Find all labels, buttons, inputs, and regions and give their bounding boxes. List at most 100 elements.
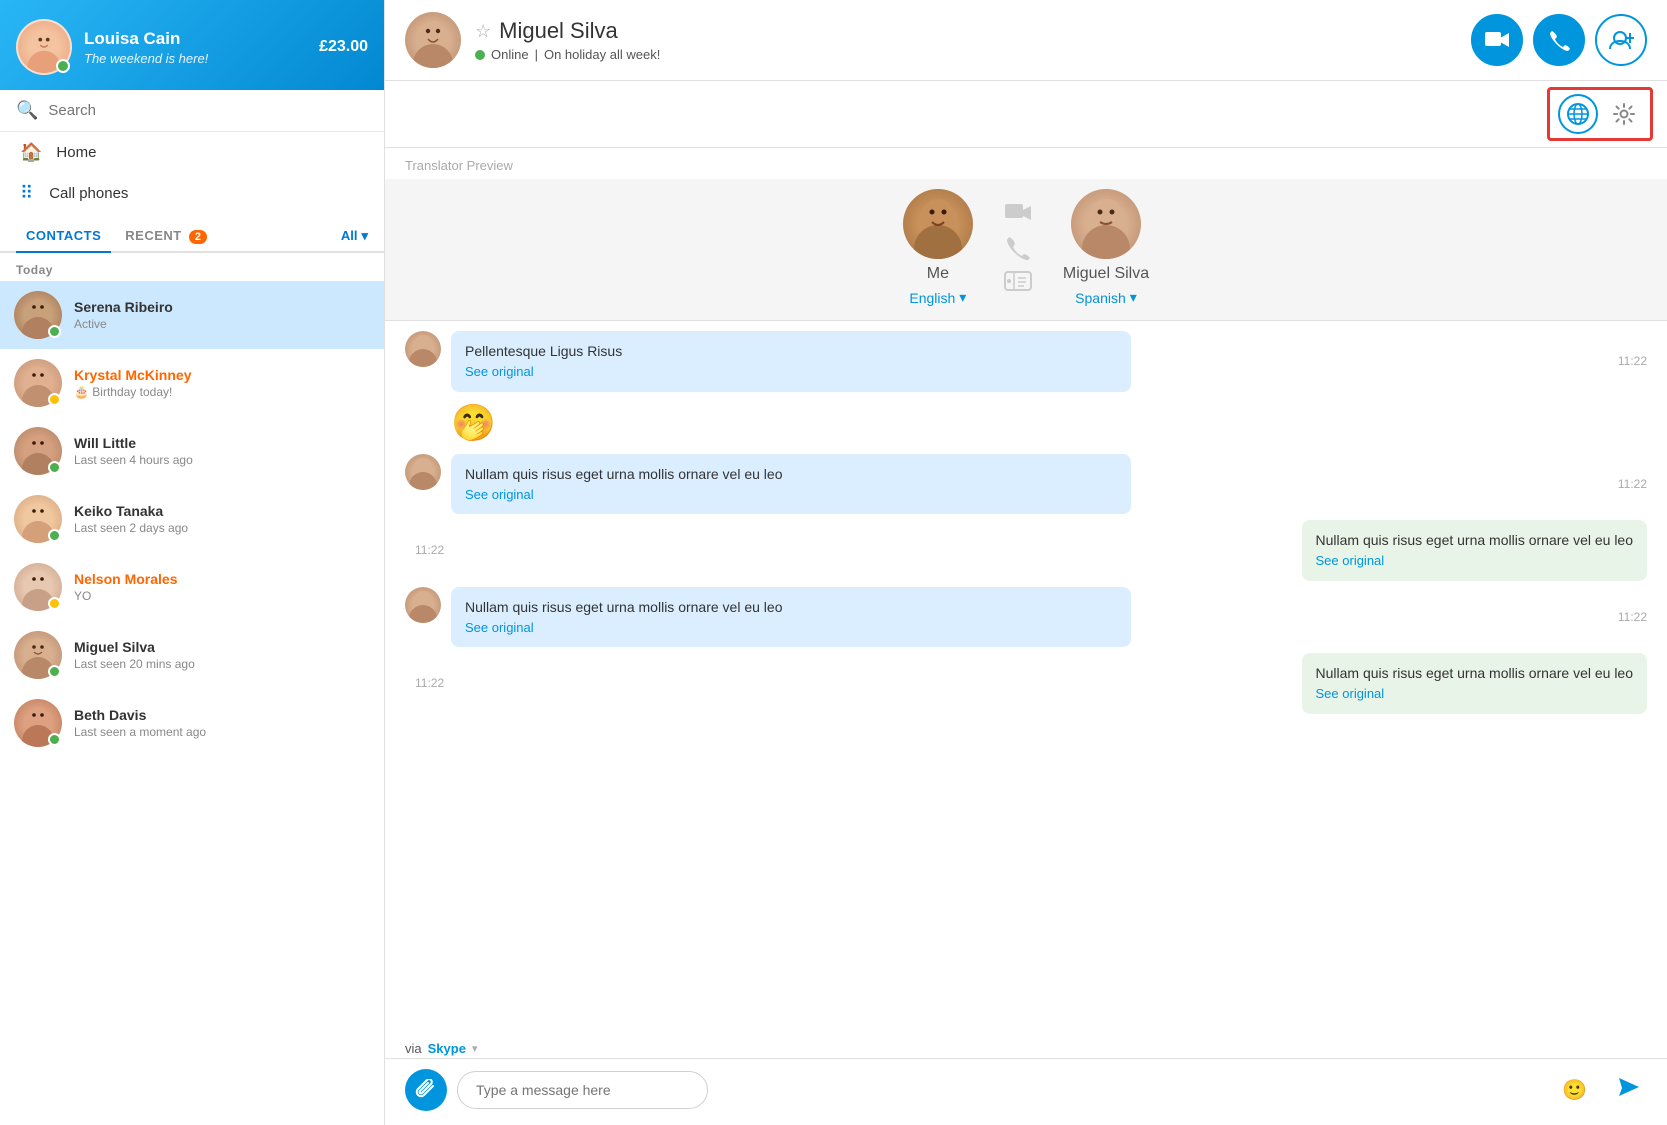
contact-avatar-miguel bbox=[14, 631, 62, 679]
see-original-6[interactable]: See original bbox=[1316, 684, 1633, 704]
contact-name-krystal: Krystal McKinney bbox=[74, 367, 370, 383]
contact-item-keiko[interactable]: Keiko Tanaka Last seen 2 days ago bbox=[0, 485, 384, 553]
contact-item-serena[interactable]: Serena Ribeiro Active bbox=[0, 281, 384, 349]
msg-time-3: 11:22 bbox=[1608, 477, 1647, 491]
nav-home[interactable]: 🏠 Home bbox=[0, 132, 384, 173]
contact-name-keiko: Keiko Tanaka bbox=[74, 503, 370, 519]
translator-avatars-row: Me English ▾ M bbox=[385, 179, 1667, 321]
contact-info-will: Will Little Last seen 4 hours ago bbox=[74, 435, 370, 467]
skype-brand[interactable]: Skype bbox=[428, 1041, 466, 1056]
contact-status-miguel bbox=[48, 665, 61, 678]
contact-sub-beth: Last seen a moment ago bbox=[74, 725, 370, 739]
see-original-1[interactable]: See original bbox=[465, 362, 1117, 382]
message-row-4: Nullam quis risus eget urna mollis ornar… bbox=[405, 520, 1647, 581]
call-icons-divider bbox=[973, 202, 1063, 294]
via-chevron-icon[interactable]: ▾ bbox=[472, 1042, 478, 1055]
contact-status-will bbox=[48, 461, 61, 474]
section-today-label: Today bbox=[0, 253, 384, 281]
msg-bubble-1: Pellentesque Ligus Risus See original bbox=[451, 331, 1131, 392]
credit-amount: £23.00 bbox=[319, 38, 368, 56]
message-row-5: Nullam quis risus eget urna mollis ornar… bbox=[405, 587, 1647, 648]
see-original-5[interactable]: See original bbox=[465, 618, 1117, 638]
profile-info: Louisa Cain The weekend is here! bbox=[84, 29, 208, 66]
user-status-dot bbox=[56, 59, 70, 73]
msg-bubble-6: Nullam quis risus eget urna mollis ornar… bbox=[1302, 653, 1647, 714]
msg-avatar-3 bbox=[405, 454, 441, 490]
contact-sub-miguel: Last seen 20 mins ago bbox=[74, 657, 370, 671]
nav-home-label: Home bbox=[56, 144, 96, 161]
contact-status-krystal bbox=[48, 393, 61, 406]
contact-status-keiko bbox=[48, 529, 61, 542]
video-call-button[interactable] bbox=[1471, 14, 1523, 66]
msg-avatar-1 bbox=[405, 331, 441, 367]
msg-text-1: Pellentesque Ligus Risus bbox=[465, 341, 1117, 362]
translator-icon-button[interactable] bbox=[1558, 94, 1598, 134]
contact-sub-krystal: 🎂 Birthday today! bbox=[74, 385, 370, 399]
message-row-3: Nullam quis risus eget urna mollis ornar… bbox=[405, 454, 1647, 515]
translator-preview-label: Translator Preview bbox=[385, 148, 1667, 179]
star-icon[interactable]: ☆ bbox=[475, 21, 491, 42]
translator-me-avatar bbox=[903, 189, 973, 259]
contact-status-beth bbox=[48, 733, 61, 746]
via-skype-row: via Skype ▾ bbox=[385, 1035, 1667, 1058]
me-language-select[interactable]: English ▾ bbox=[909, 289, 966, 306]
search-bar: 🔍 bbox=[0, 90, 384, 132]
contact-sub-keiko: Last seen 2 days ago bbox=[74, 521, 370, 535]
profile-area: Louisa Cain The weekend is here! bbox=[16, 19, 208, 75]
chevron-down-icon: ▾ bbox=[959, 289, 966, 306]
contact-item-miguel[interactable]: Miguel Silva Last seen 20 mins ago bbox=[0, 621, 384, 689]
translator-me-name: Me bbox=[927, 265, 949, 283]
see-original-4[interactable]: See original bbox=[1316, 551, 1633, 571]
all-dropdown[interactable]: All ▾ bbox=[341, 228, 368, 244]
contact-info-krystal: Krystal McKinney 🎂 Birthday today! bbox=[74, 367, 370, 399]
contact-name-will: Will Little bbox=[74, 435, 370, 451]
tabs-row: CONTACTS RECENT 2 All ▾ bbox=[0, 214, 384, 253]
profile-status: The weekend is here! bbox=[84, 51, 208, 66]
recent-badge: 2 bbox=[189, 230, 208, 244]
add-contact-button[interactable] bbox=[1595, 14, 1647, 66]
contact-name-beth: Beth Davis bbox=[74, 707, 370, 723]
contact-avatar-keiko bbox=[14, 495, 62, 543]
audio-call-button[interactable] bbox=[1533, 14, 1585, 66]
contact-item-krystal[interactable]: Krystal McKinney 🎂 Birthday today! bbox=[0, 349, 384, 417]
user-avatar-wrap bbox=[16, 19, 72, 75]
search-icon: 🔍 bbox=[16, 100, 38, 121]
contact-language-select[interactable]: Spanish ▾ bbox=[1075, 289, 1137, 306]
contact-avatar-will bbox=[14, 427, 62, 475]
nav-call-phones[interactable]: ⠿ Call phones bbox=[0, 173, 384, 214]
attach-button[interactable] bbox=[405, 1069, 447, 1111]
translator-contact-name: Miguel Silva bbox=[1063, 265, 1149, 283]
settings-button[interactable] bbox=[1606, 96, 1642, 132]
contact-item-nelson[interactable]: Nelson Morales YO bbox=[0, 553, 384, 621]
emoji-button[interactable]: 🙂 bbox=[1562, 1078, 1587, 1103]
search-input[interactable] bbox=[48, 102, 368, 119]
contact-sub-will: Last seen 4 hours ago bbox=[74, 453, 370, 467]
contact-item-will[interactable]: Will Little Last seen 4 hours ago bbox=[0, 417, 384, 485]
message-row-6: Nullam quis risus eget urna mollis ornar… bbox=[405, 653, 1647, 714]
dialpad-icon: ⠿ bbox=[20, 183, 35, 204]
contact-avatar-beth bbox=[14, 699, 62, 747]
chevron-down-icon: ▾ bbox=[1130, 289, 1137, 306]
chat-header-info: ☆ Miguel Silva Online | On holiday all w… bbox=[475, 18, 1471, 62]
see-original-3[interactable]: See original bbox=[465, 485, 1117, 505]
contact-avatar-krystal bbox=[14, 359, 62, 407]
contact-list: Today Serena Ribeiro Active bbox=[0, 253, 384, 1125]
contact-info-nelson: Nelson Morales YO bbox=[74, 571, 370, 603]
send-button[interactable] bbox=[1611, 1070, 1647, 1110]
contact-info-serena: Serena Ribeiro Active bbox=[74, 299, 370, 331]
message-input-wrap: 🙂 bbox=[457, 1071, 1601, 1109]
message-input[interactable] bbox=[457, 1071, 708, 1109]
contact-sub-serena: Active bbox=[74, 317, 370, 331]
contact-avatar-serena bbox=[14, 291, 62, 339]
msg-emoji: 🤭 bbox=[451, 398, 496, 448]
contact-name-serena: Serena Ribeiro bbox=[74, 299, 370, 315]
tab-contacts[interactable]: CONTACTS bbox=[16, 220, 111, 253]
contact-item-beth[interactable]: Beth Davis Last seen a moment ago bbox=[0, 689, 384, 757]
tab-recent[interactable]: RECENT 2 bbox=[115, 220, 217, 251]
msg-text-4: Nullam quis risus eget urna mollis ornar… bbox=[1316, 530, 1633, 551]
home-icon: 🏠 bbox=[20, 142, 42, 163]
sidebar: Louisa Cain The weekend is here! £23.00 … bbox=[0, 0, 385, 1125]
msg-time-6: 11:22 bbox=[405, 676, 444, 690]
contact-name-nelson: Nelson Morales bbox=[74, 571, 370, 587]
translator-contact: Miguel Silva Spanish ▾ bbox=[1063, 189, 1149, 306]
